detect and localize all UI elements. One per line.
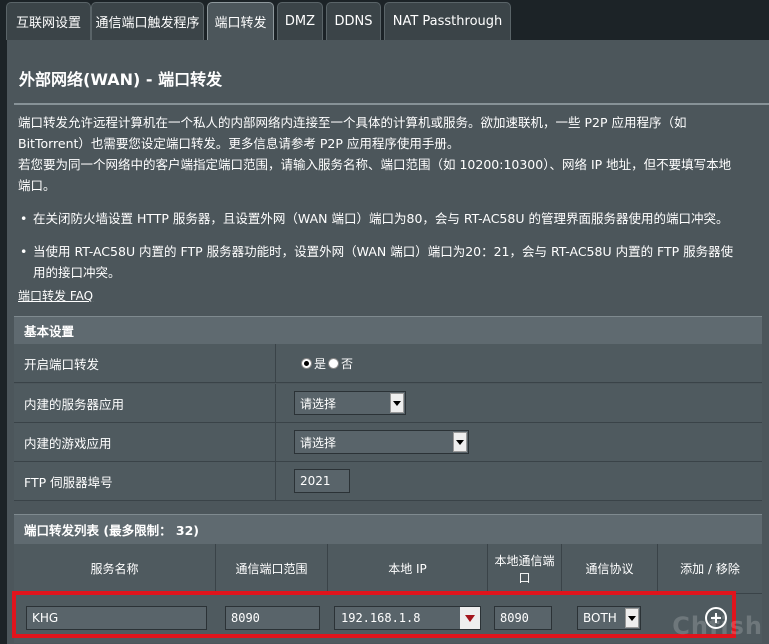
enable-forwarding-radios: 是 否 [301, 344, 353, 382]
radio-no[interactable] [328, 357, 340, 369]
game-app-row: 内建的游戏应用 请选择 [14, 423, 762, 462]
tab-label: 互联网设置 [15, 16, 81, 31]
server-app-row: 内建的服务器应用 请选择 [14, 384, 762, 423]
note-text: 用的接口冲突。 [33, 265, 121, 280]
enable-forwarding-row: 开启端口转发 是 否 [14, 344, 762, 383]
col-local-port: 本地通信端口 [488, 544, 562, 593]
bullet-icon: • [20, 211, 28, 226]
tab-port-trigger[interactable]: 通信端口触发程序 [91, 2, 204, 40]
bullet-icon: • [20, 244, 28, 259]
col-service-name: 服务名称 [14, 544, 216, 593]
ftp-port-input[interactable]: 2021 [294, 469, 350, 493]
dropdown-arrow-icon [453, 432, 467, 452]
description-line: 端口。 [18, 178, 56, 193]
basic-settings-header: 基本设置 [14, 316, 762, 344]
select-value: 请选择 [300, 396, 337, 411]
column-divider [275, 462, 276, 500]
note-text: 在关闭防火墙设置 HTTP 服务器，且设置外网（WAN 端口）端口为80，会与 … [33, 211, 729, 226]
ftp-port-row: FTP 伺服器埠号 2021 [14, 462, 762, 501]
note-text: 当使用 RT-AC58U 内置的 FTP 服务器功能时，设置外网（WAN 端口）… [33, 244, 734, 259]
forward-list-columns: 服务名称 通信端口范围 本地 IP 本地通信端口 通信协议 添加 / 移除 [14, 544, 762, 593]
game-app-label: 内建的游戏应用 [24, 435, 112, 451]
ftp-port-label: FTP 伺服器埠号 [24, 474, 113, 490]
radio-no-label: 否 [341, 356, 354, 371]
tab-label: 端口转发 [214, 16, 267, 31]
tab-dmz[interactable]: DMZ [277, 2, 323, 40]
game-app-select[interactable]: 请选择 [294, 430, 469, 454]
note-bullet: • 在关闭防火墙设置 HTTP 服务器，且设置外网（WAN 端口）端口为80，会… [18, 208, 763, 229]
col-protocol: 通信协议 [562, 544, 658, 593]
tab-bar: 互联网设置 通信端口触发程序 端口转发 DMZ DDNS NAT Passthr… [0, 0, 769, 40]
description-line: 若您要为同一个网络中的客户端指定端口范围，请输入服务名称、端口范围（如 1020… [18, 157, 732, 172]
faq-link[interactable]: 端口转发 FAQ [18, 287, 93, 304]
server-app-select[interactable]: 请选择 [294, 391, 406, 415]
title-divider [14, 103, 769, 105]
highlight-box [12, 591, 736, 638]
column-divider [275, 344, 276, 382]
radio-yes[interactable] [301, 357, 312, 369]
col-local-ip: 本地 IP [328, 544, 488, 593]
tab-label: 通信端口触发程序 [95, 16, 200, 31]
select-value: 请选择 [300, 435, 337, 450]
watermark: Chfish [672, 612, 763, 640]
tab-port-forwarding[interactable]: 端口转发 [207, 2, 274, 40]
column-divider [275, 384, 276, 422]
dropdown-arrow-icon [390, 393, 404, 413]
page-title: 外部网络(WAN) - 端口转发 [19, 70, 223, 89]
tab-label: NAT Passthrough [392, 14, 503, 29]
tab-ddns[interactable]: DDNS [326, 2, 381, 40]
tab-nat-passthrough[interactable]: NAT Passthrough [384, 2, 511, 40]
col-port-range: 通信端口范围 [216, 544, 328, 593]
server-app-label: 内建的服务器应用 [24, 396, 125, 412]
main-panel: 外部网络(WAN) - 端口转发 端口转发允许远程计算机在一个私人的内部网络内连… [7, 40, 769, 644]
note-bullet: • 当使用 RT-AC58U 内置的 FTP 服务器功能时，设置外网（WAN 端… [18, 241, 763, 283]
column-divider [275, 423, 276, 461]
tab-label: DMZ [284, 14, 316, 29]
radio-yes-label: 是 [314, 356, 327, 371]
tab-internet-settings[interactable]: 互联网设置 [6, 2, 91, 40]
description-line: 端口转发允许远程计算机在一个私人的内部网络内连接至一个具体的计算机或服务。欲加速… [18, 115, 687, 130]
description: 端口转发允许远程计算机在一个私人的内部网络内连接至一个具体的计算机或服务。欲加速… [18, 112, 763, 196]
col-add-remove: 添加 / 移除 [680, 562, 740, 576]
description-line: BitTorrent）也需要您设定端口转发。更多信息请参考 P2P 应用程序使用… [18, 136, 460, 151]
enable-forwarding-label: 开启端口转发 [24, 356, 100, 372]
tab-label: DDNS [334, 14, 373, 29]
forward-list-header: 端口转发列表 (最多限制： 32) [14, 514, 762, 544]
